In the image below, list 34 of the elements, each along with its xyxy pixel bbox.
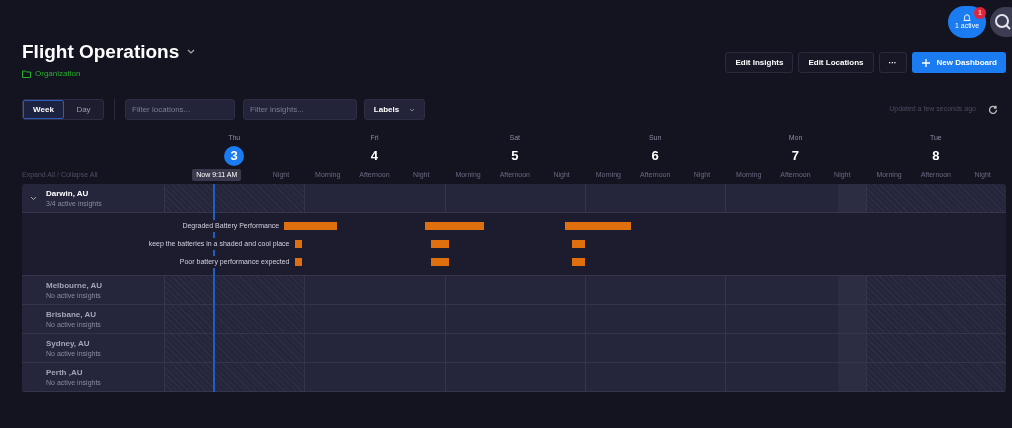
insight-bar[interactable] bbox=[294, 240, 302, 248]
insight-bar[interactable] bbox=[294, 258, 302, 266]
day-number[interactable]: 8 bbox=[925, 146, 946, 166]
insight-bar[interactable] bbox=[430, 240, 449, 248]
more-button[interactable]: ··· bbox=[878, 52, 907, 73]
day-number[interactable]: 4 bbox=[364, 146, 385, 166]
view-tab[interactable]: Week bbox=[23, 100, 64, 119]
organization-link[interactable]: Organization bbox=[35, 68, 81, 80]
search-icon bbox=[994, 13, 1012, 31]
day-number[interactable]: 5 bbox=[504, 146, 525, 166]
location-name[interactable]: Melbourne, AU bbox=[46, 280, 103, 291]
chevron-down-icon[interactable] bbox=[30, 195, 37, 201]
labels-dropdown[interactable]: Labels bbox=[364, 99, 425, 120]
new-dashboard-button[interactable]: New Dashboard bbox=[911, 52, 1006, 73]
page-title: Flight Operations bbox=[22, 40, 180, 64]
filter-field[interactable]: Filter locations... bbox=[125, 99, 235, 120]
plus-icon bbox=[921, 58, 930, 67]
location-name[interactable]: Sydney, AU bbox=[46, 338, 101, 349]
action-button[interactable]: Edit Locations bbox=[798, 52, 874, 73]
action-button[interactable]: Edit Insights bbox=[725, 52, 794, 73]
view-tab[interactable]: Day bbox=[64, 100, 103, 119]
location-name[interactable]: Brisbane, AU bbox=[46, 309, 101, 320]
insight-bar[interactable] bbox=[430, 258, 449, 266]
day-number[interactable]: 7 bbox=[785, 146, 806, 166]
folder-icon bbox=[22, 70, 31, 78]
location-name[interactable]: Perth ,AU bbox=[46, 367, 101, 378]
day-number[interactable]: 6 bbox=[645, 146, 666, 166]
location-name[interactable]: Darwin, AU bbox=[46, 188, 102, 199]
filter-field[interactable]: Filter insights... bbox=[243, 99, 357, 120]
refresh-icon[interactable] bbox=[988, 104, 998, 115]
day-number[interactable]: 3 bbox=[224, 146, 245, 166]
chevron-down-icon[interactable] bbox=[187, 49, 196, 55]
bell-icon bbox=[963, 14, 971, 22]
caret-icon bbox=[409, 107, 416, 112]
